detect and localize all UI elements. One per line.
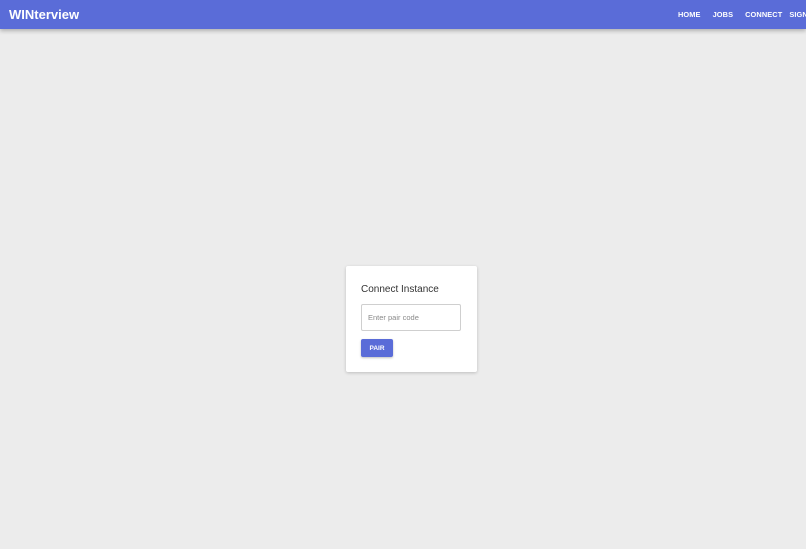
- pair-button[interactable]: PAIR: [361, 339, 393, 357]
- top-nav: HOME JOBS CONNECT SIGN OU: [678, 10, 806, 19]
- connect-instance-card: Connect Instance PAIR: [346, 266, 477, 372]
- nav-jobs-link[interactable]: JOBS: [713, 10, 734, 19]
- app-bar: WINterview HOME JOBS CONNECT SIGN OU: [0, 0, 806, 29]
- nav-connect-link[interactable]: CONNECT: [745, 10, 782, 19]
- card-title: Connect Instance: [361, 284, 439, 295]
- app-title[interactable]: WINterview: [9, 8, 79, 21]
- nav-sign-out-link[interactable]: SIGN OU: [789, 10, 806, 19]
- nav-home-link[interactable]: HOME: [678, 10, 701, 19]
- pair-code-input[interactable]: [361, 304, 461, 331]
- page: { "app": { "title": "WINterview" }, "nav…: [0, 0, 806, 549]
